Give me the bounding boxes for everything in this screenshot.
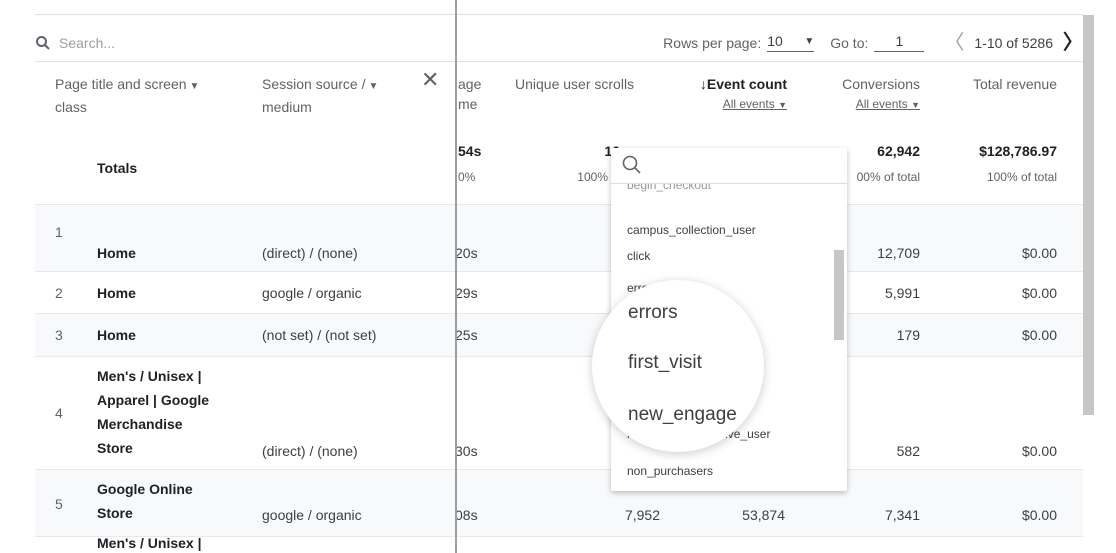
total-revenue-pct: 100% of total <box>986 170 1057 184</box>
header-label: class <box>55 99 87 115</box>
rows-per-page-label: Rows per page: <box>663 34 762 51</box>
caret-down-icon: ▼ <box>368 81 379 92</box>
row-index: 4 <box>55 405 63 421</box>
column-header-page-title[interactable]: Page title and screen ▼ class <box>55 74 199 117</box>
total-avg-time: 54s <box>458 143 482 159</box>
goto-label: Go to: <box>830 34 869 51</box>
column-header-conversions[interactable]: Conversions All events ▼ <box>810 74 920 115</box>
menu-item[interactable]: non_purchasers <box>627 464 713 478</box>
menu-item[interactable]: campus_collection_user <box>627 223 756 237</box>
table-row[interactable]: 5 Google Online Store google / organic 0… <box>35 469 1083 536</box>
chevron-right-icon[interactable]: 〉 <box>1063 33 1083 53</box>
conversions-cell: 7,341 <box>884 507 920 523</box>
column-freeze-divider[interactable] <box>455 0 457 553</box>
column-header-unique-scrolls[interactable]: Unique user scrolls <box>515 74 634 94</box>
source-cell: (direct) / (none) <box>262 443 358 459</box>
revenue-cell: $0.00 <box>1021 507 1057 523</box>
row-index: 1 <box>55 224 63 240</box>
title-line: Store <box>97 440 133 456</box>
source-cell: google / organic <box>262 285 362 301</box>
unique-scrolls-cell: 7,952 <box>624 507 660 523</box>
close-icon[interactable]: ✕ <box>421 69 439 91</box>
table-row[interactable]: Men's / Unisex | <box>35 535 1083 553</box>
avg-time-cell: 29s <box>455 285 478 301</box>
avg-time-cell: 08s <box>455 507 478 523</box>
filter-label: All events <box>722 97 775 111</box>
magnifier-lens: errors first_visit new_engage <box>592 280 764 452</box>
header-label: medium <box>262 99 312 115</box>
table-scrollbar[interactable] <box>1083 15 1094 415</box>
caret-down-icon: ▼ <box>911 100 920 110</box>
table-row[interactable]: 2 Home google / organic 29s 5,991 $0.00 <box>35 271 1083 313</box>
source-cell: (not set) / (not set) <box>262 327 377 343</box>
avg-time-cell: 30s <box>455 443 478 459</box>
table-row[interactable]: 3 Home (not set) / (not set) 25s 179 $0.… <box>35 313 1083 356</box>
title-line: Store <box>97 505 133 521</box>
menu-item[interactable]: click <box>627 249 650 263</box>
avg-time-cell: 25s <box>455 327 478 343</box>
caret-down-icon: ▼ <box>189 81 200 92</box>
menu-scrollbar[interactable] <box>834 250 844 340</box>
row-index: 3 <box>55 327 63 343</box>
magnified-item: errors <box>628 302 678 323</box>
table-search[interactable]: Search... <box>35 24 455 62</box>
title-line: Men's / Unisex | <box>97 368 202 384</box>
table-row[interactable]: 4 Men's / Unisex | Apparel | Google Merc… <box>35 356 1083 469</box>
page-title-cell: Google Online Store <box>97 477 237 525</box>
title-line: Apparel | Google <box>97 392 210 408</box>
conversions-filter-dropdown[interactable]: All events ▼ <box>810 94 920 115</box>
title-line: Google Online <box>97 481 193 497</box>
filter-label: All events <box>855 97 908 111</box>
page-title-cell: Home <box>97 285 136 301</box>
column-header-event-count[interactable]: ↓Event count All events ▼ <box>662 74 787 115</box>
chevron-left-icon[interactable]: 〈 <box>944 33 964 53</box>
column-header-avg-time[interactable]: age me <box>458 74 481 114</box>
revenue-cell: $0.00 <box>1021 327 1057 343</box>
page-range: 1-10 of 5286 <box>974 34 1053 51</box>
rows-per-page-select[interactable]: 10 ▼ <box>767 33 815 52</box>
header-label: Page title and screen <box>55 76 187 92</box>
search-placeholder[interactable]: Search... <box>59 35 115 51</box>
top-border <box>35 14 455 15</box>
header-label: Event count <box>706 76 787 92</box>
source-cell: (direct) / (none) <box>262 245 358 261</box>
title-line: Merchandise <box>97 416 183 432</box>
page-title-cell: Home <box>97 327 136 343</box>
total-revenue: $128,786.97 <box>979 143 1057 159</box>
event-count-cell: 53,874 <box>742 507 785 523</box>
header-label: Session source / <box>262 76 366 92</box>
page-title-cell: Men's / Unisex | Apparel | Google Mercha… <box>97 364 237 460</box>
header-label: Conversions <box>842 76 920 92</box>
top-border <box>455 14 1083 15</box>
magnified-item: new_engage <box>628 404 737 425</box>
total-avg-time-pct: 0% <box>458 170 476 184</box>
header-label: age <box>458 76 482 92</box>
page-title-cell: Men's / Unisex | <box>97 535 202 551</box>
table-row[interactable]: 1 Home (direct) / (none) 20s 12,709 $0.0… <box>35 204 1083 271</box>
magnified-item: first_visit <box>628 352 702 373</box>
page-title-cell: Home <box>97 245 136 261</box>
menu-search-input[interactable] <box>611 148 847 184</box>
goto-input[interactable]: 1 <box>874 33 925 52</box>
caret-down-icon: ▼ <box>778 100 787 110</box>
rows-per-page-value: 10 <box>767 33 783 49</box>
revenue-cell: $0.00 <box>1021 285 1057 301</box>
total-unique-scrolls-pct: 100% <box>577 170 608 184</box>
revenue-cell: $0.00 <box>1021 245 1057 261</box>
pagination: Rows per page: 10 ▼ Go to: 1 〈 1-10 of 52… <box>455 24 1083 62</box>
search-icon <box>622 155 641 174</box>
sort-arrow-icon: ↓ <box>699 76 707 92</box>
event-filter-dropdown[interactable]: All events ▼ <box>662 94 787 115</box>
search-icon <box>36 35 50 50</box>
column-header-session-source[interactable]: Session source / ▼ medium <box>262 74 378 117</box>
source-cell: google / organic <box>262 507 362 523</box>
row-index: 2 <box>55 285 63 301</box>
caret-down-icon: ▼ <box>804 35 815 47</box>
row-index: 5 <box>55 496 63 512</box>
header-label: me <box>458 96 478 112</box>
totals-label: Totals <box>97 160 138 176</box>
column-header-total-revenue[interactable]: Total revenue <box>940 74 1057 94</box>
revenue-cell: $0.00 <box>1021 443 1057 459</box>
avg-time-cell: 20s <box>455 245 478 261</box>
